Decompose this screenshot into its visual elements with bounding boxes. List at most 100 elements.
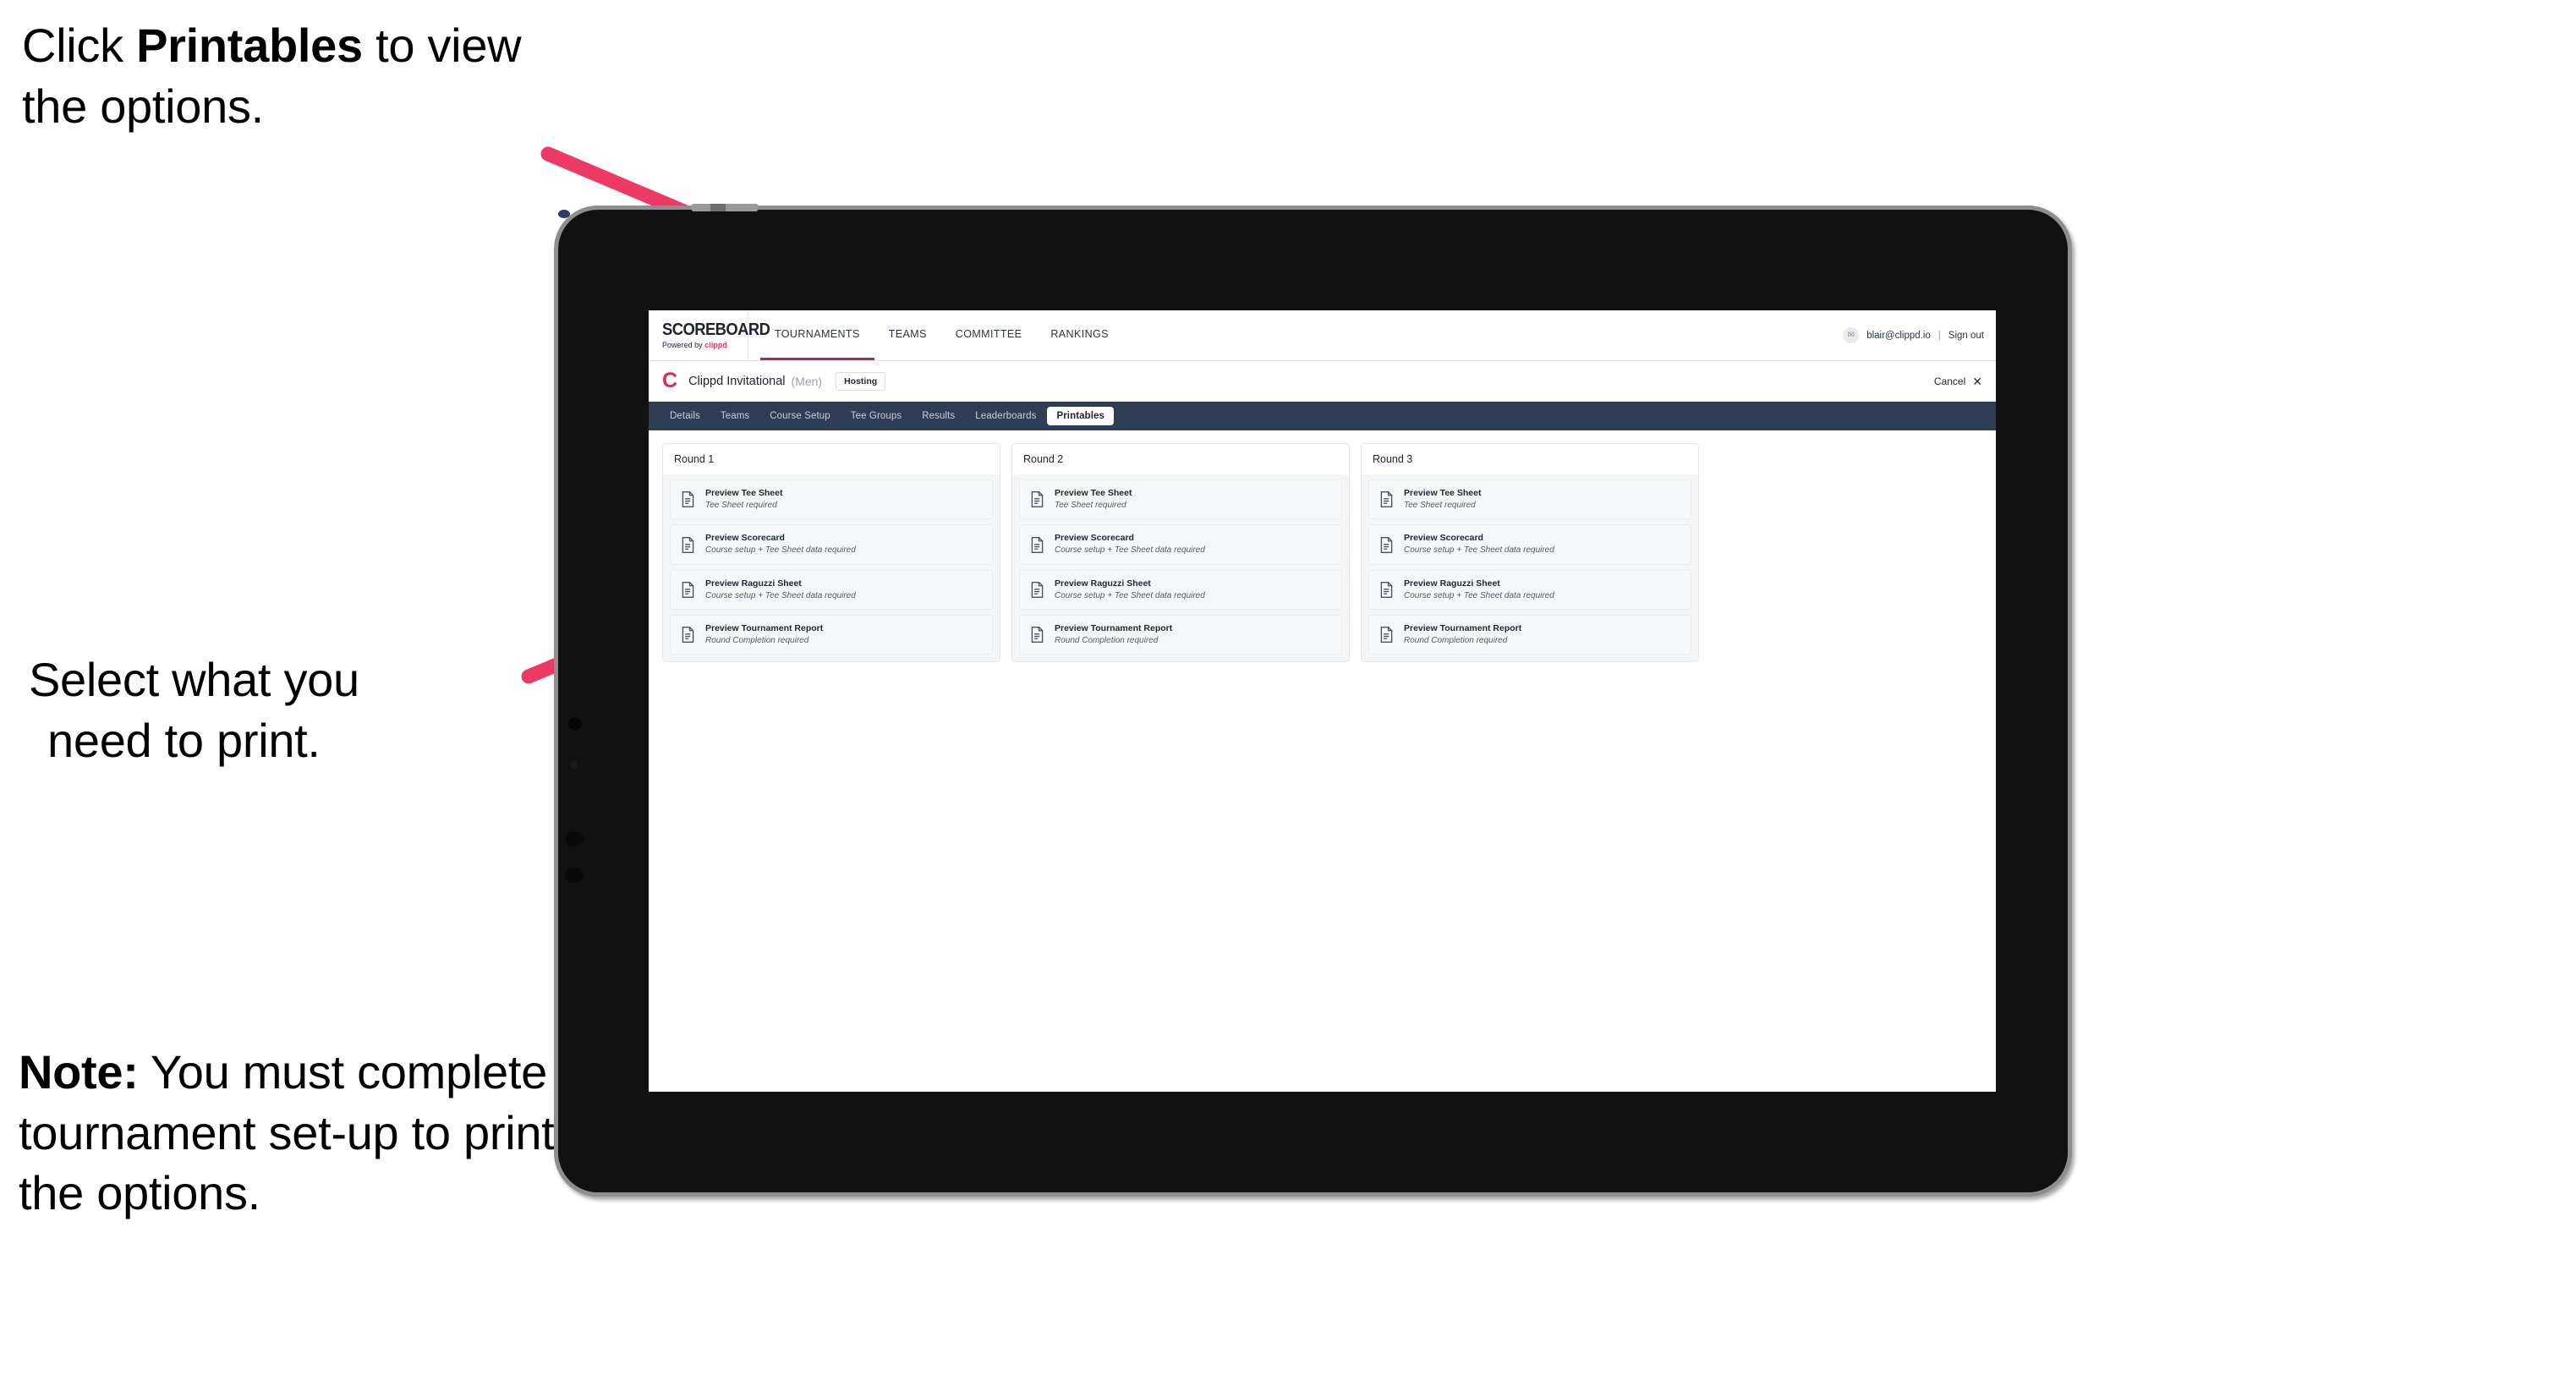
annotation-2-line2: need to print. — [47, 713, 321, 767]
cancel-label: Cancel — [1933, 375, 1966, 387]
printable-row-scorecard[interactable]: Preview Scorecard Course setup + Tee She… — [1019, 524, 1342, 565]
printable-requirement: Course setup + Tee Sheet data required — [1404, 590, 1554, 600]
printable-row-tee-sheet[interactable]: Preview Tee Sheet Tee Sheet required — [1019, 479, 1342, 520]
document-icon — [1031, 536, 1044, 553]
annotation-2-line1: Select what you — [29, 653, 359, 706]
volume-button[interactable] — [710, 204, 726, 211]
sign-out-link[interactable]: Sign out — [1948, 331, 1984, 341]
round-items: Preview Tee Sheet Tee Sheet required Pre… — [663, 474, 1000, 662]
logo-wordmark: SCOREBOARD — [662, 320, 770, 339]
document-icon — [1031, 581, 1044, 598]
tab-results[interactable]: Results — [913, 407, 964, 425]
clippd-logo-icon: C — [662, 369, 678, 392]
round-items: Preview Tee Sheet Tee Sheet required Pre… — [1362, 474, 1698, 662]
avatar[interactable]: ✉ — [1843, 327, 1860, 343]
close-icon: ✕ — [1972, 374, 1982, 388]
document-icon — [1031, 491, 1044, 508]
app-header: SCOREBOARD Powered by clippd TOURNAMENTS… — [649, 310, 1996, 361]
printable-title: Preview Tournament Report — [1055, 623, 1173, 634]
tab-course-setup[interactable]: Course Setup — [760, 407, 840, 425]
document-icon — [682, 581, 694, 598]
account-area: ✉ blair@clippd.io | Sign out — [1843, 310, 1996, 360]
printable-title: Preview Raguzzi Sheet — [1404, 578, 1500, 589]
round-title: Round 3 — [1362, 444, 1698, 474]
printable-requirement: Course setup + Tee Sheet data required — [1055, 590, 1205, 600]
printable-title: Preview Tournament Report — [1404, 623, 1522, 634]
printable-row-tournament-report[interactable]: Preview Tournament Report Round Completi… — [1368, 615, 1691, 655]
document-icon — [1031, 627, 1044, 644]
tab-tee-groups[interactable]: Tee Groups — [841, 407, 911, 425]
document-icon — [1380, 627, 1393, 644]
account-email: blair@clippd.io — [1866, 330, 1931, 341]
annotation-select-to-print: Select what you need to print. — [29, 649, 570, 770]
round-column-3: Round 3 Preview Tee Sheet Tee Sheet requ… — [1361, 443, 1699, 663]
nav-item-rankings[interactable]: RANKINGS — [1036, 310, 1123, 360]
status-led-icon — [558, 210, 570, 218]
tab-leaderboards[interactable]: Leaderboards — [966, 407, 1045, 425]
document-icon — [1380, 491, 1393, 508]
tab-printables[interactable]: Printables — [1047, 407, 1115, 425]
printable-requirement: Round Completion required — [1055, 635, 1159, 645]
nav-item-teams[interactable]: TEAMS — [874, 310, 941, 360]
tab-details[interactable]: Details — [660, 407, 710, 425]
cancel-button[interactable]: Cancel ✕ — [1934, 375, 1982, 387]
tournament-gender: (Men) — [791, 374, 823, 388]
printable-row-tee-sheet[interactable]: Preview Tee Sheet Tee Sheet required — [670, 479, 993, 520]
document-icon — [682, 491, 694, 508]
nav-item-tournaments[interactable]: TOURNAMENTS — [760, 310, 874, 360]
front-camera-icon — [568, 717, 582, 731]
account-separator: | — [1937, 330, 1941, 341]
printable-row-raguzzi-sheet[interactable]: Preview Raguzzi Sheet Course setup + Tee… — [1368, 569, 1691, 611]
printable-requirement: Course setup + Tee Sheet data required — [705, 545, 856, 556]
round-title: Round 1 — [663, 444, 1000, 474]
printable-title: Preview Scorecard — [1055, 533, 1134, 544]
printable-requirement: Course setup + Tee Sheet data required — [705, 590, 856, 600]
printable-title: Preview Tee Sheet — [705, 488, 783, 498]
scoreboard-logo[interactable]: SCOREBOARD Powered by clippd — [649, 310, 770, 360]
app-screen: SCOREBOARD Powered by clippd TOURNAMENTS… — [649, 310, 1996, 1092]
logo-tagline-prefix: Powered by — [662, 340, 705, 350]
printable-requirement: Course setup + Tee Sheet data required — [1055, 545, 1205, 556]
rounds-container: Round 1 Preview Tee Sheet Tee Sheet requ… — [649, 430, 1996, 675]
annotation-click-printables: Click Printables to view the options. — [22, 15, 597, 136]
printable-row-tournament-report[interactable]: Preview Tournament Report Round Completi… — [1019, 615, 1342, 655]
printable-requirement: Round Completion required — [1404, 635, 1508, 645]
document-icon — [682, 627, 694, 644]
printable-title: Preview Raguzzi Sheet — [705, 578, 802, 589]
tab-teams[interactable]: Teams — [711, 407, 759, 425]
printable-row-tournament-report[interactable]: Preview Tournament Report Round Completi… — [670, 615, 993, 655]
document-icon — [1380, 581, 1393, 598]
nav-item-committee[interactable]: COMMITTEE — [941, 310, 1037, 360]
printable-requirement: Course setup + Tee Sheet data required — [1404, 545, 1554, 556]
round-title: Round 2 — [1012, 444, 1349, 474]
bezel-button-two[interactable] — [565, 868, 584, 883]
main-nav: TOURNAMENTS TEAMS COMMITTEE RANKINGS — [760, 310, 1123, 360]
printable-requirement: Tee Sheet required — [1404, 500, 1476, 510]
printable-row-raguzzi-sheet[interactable]: Preview Raguzzi Sheet Course setup + Tee… — [1019, 569, 1342, 611]
document-icon — [1380, 536, 1393, 553]
round-column-1: Round 1 Preview Tee Sheet Tee Sheet requ… — [662, 443, 1000, 663]
logo-tagline-brand: clippd — [704, 340, 727, 350]
bezel-button-one[interactable] — [565, 831, 584, 846]
tablet-device: SCOREBOARD Powered by clippd TOURNAMENTS… — [554, 204, 2072, 1197]
annotation-1-prefix: Click — [22, 19, 137, 72]
printable-requirement: Round Completion required — [705, 635, 809, 645]
printable-row-raguzzi-sheet[interactable]: Preview Raguzzi Sheet Course setup + Tee… — [670, 569, 993, 611]
round-column-2: Round 2 Preview Tee Sheet Tee Sheet requ… — [1011, 443, 1350, 663]
printable-title: Preview Tee Sheet — [1055, 488, 1132, 498]
printable-title: Preview Tournament Report — [705, 623, 824, 634]
section-tabbar: Details Teams Course Setup Tee Groups Re… — [649, 402, 1996, 430]
round-items: Preview Tee Sheet Tee Sheet required Pre… — [1012, 474, 1349, 662]
printable-row-tee-sheet[interactable]: Preview Tee Sheet Tee Sheet required — [1368, 479, 1691, 520]
document-icon — [682, 536, 694, 553]
status-badge: Hosting — [836, 371, 886, 391]
printable-row-scorecard[interactable]: Preview Scorecard Course setup + Tee She… — [1368, 524, 1691, 565]
annotation-3-bold: Note: — [19, 1045, 139, 1098]
printable-row-scorecard[interactable]: Preview Scorecard Course setup + Tee She… — [670, 524, 993, 565]
annotation-1-bold: Printables — [136, 19, 363, 72]
printable-title: Preview Tee Sheet — [1404, 488, 1482, 498]
sensor-dot-icon — [570, 761, 578, 769]
printable-title: Preview Scorecard — [705, 533, 785, 544]
tournament-title-row: C Clippd Invitational (Men) Hosting Canc… — [649, 361, 1996, 402]
printable-requirement: Tee Sheet required — [705, 500, 777, 510]
